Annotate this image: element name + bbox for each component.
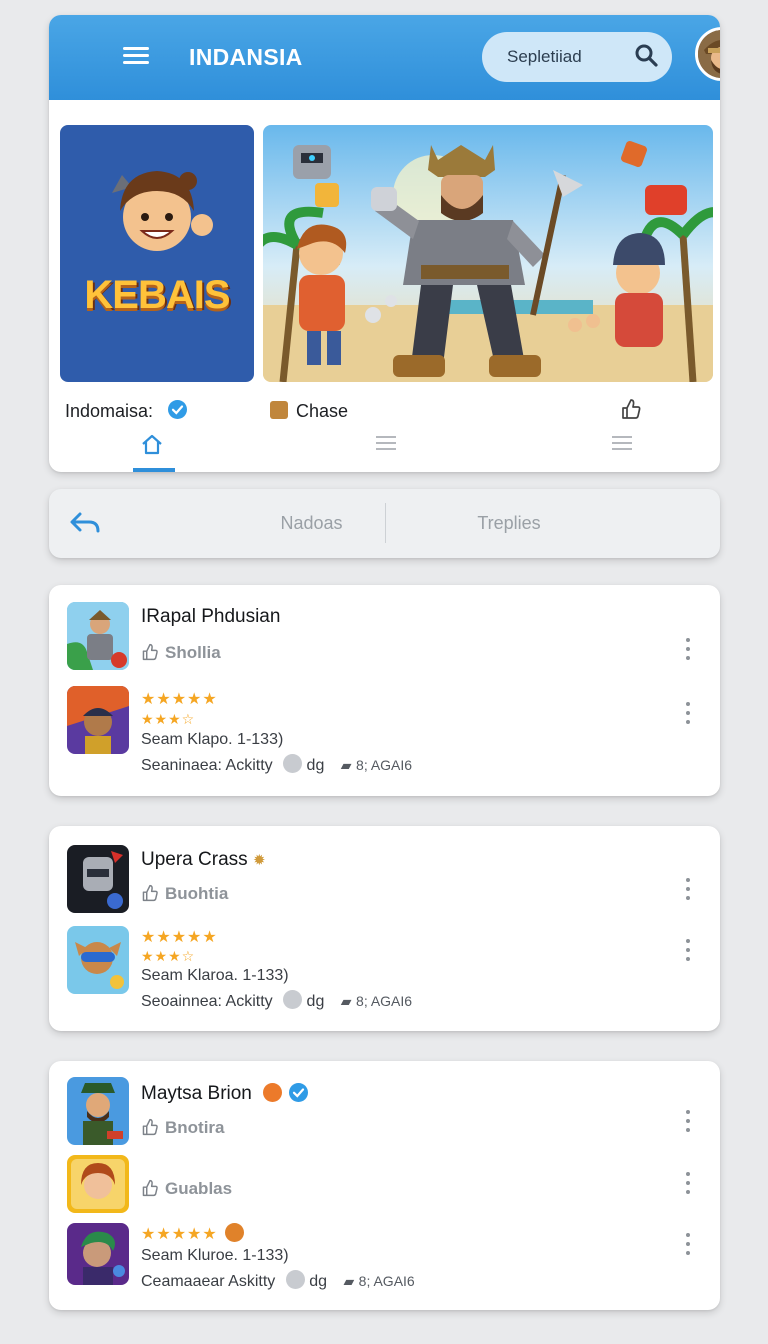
tag-text: dg <box>306 993 325 1010</box>
card-subtitle-text: Bnotira <box>165 1118 225 1137</box>
home-tab-icon[interactable] <box>141 433 163 455</box>
featured-mid-caption[interactable]: Chase <box>296 401 348 422</box>
featured-card: INDANSIA Sepletiiad KEBAIS Indomaisa: Ch… <box>49 15 720 472</box>
more-options-icon[interactable] <box>685 702 691 726</box>
activity-text: Seaninaea: Ackitty <box>141 757 273 774</box>
card-title-text: Maytsa Brion <box>141 1083 252 1104</box>
game-thumb-icon <box>270 401 288 419</box>
card-subtitle-secondary: Guablas <box>141 1179 232 1199</box>
more-options-icon[interactable] <box>685 638 691 662</box>
code-text: 8; AGAI6 <box>358 1273 415 1289</box>
card-subtitle-text: Buohtia <box>165 884 229 903</box>
card-title[interactable]: Upera Crass ✹ <box>141 849 266 871</box>
verified-icon <box>289 1083 309 1102</box>
card-meta-line: Seam Klaroa. 1-133) <box>141 967 289 984</box>
rating-stars-text: ★★★★★ <box>141 1226 218 1243</box>
card-title-text: Upera Crass <box>141 849 248 870</box>
more-options-icon[interactable] <box>685 878 691 902</box>
reply-tab-bar: Nadoas Treplies <box>49 489 720 558</box>
game-thumbnail[interactable] <box>67 1155 129 1213</box>
tab-nadoas[interactable]: Nadoas <box>229 513 394 534</box>
verified-icon <box>168 400 187 419</box>
app-title: INDANSIA <box>189 44 303 70</box>
game-thumbnail[interactable] <box>67 926 129 994</box>
avatar[interactable] <box>695 27 720 81</box>
rating-stars-secondary: ★★★☆ <box>141 948 196 964</box>
more-options-icon[interactable] <box>685 939 691 963</box>
card-subtitle-text: Shollia <box>165 643 221 662</box>
menu-tab-icon[interactable] <box>612 436 632 452</box>
list-tab-icon[interactable] <box>376 436 396 452</box>
list-card: Maytsa Brion Bnotira Guablas ★★★★★ Seam … <box>49 1061 720 1310</box>
tab-treplies[interactable]: Treplies <box>439 513 579 534</box>
rating-stars: ★★★★★ <box>141 1223 245 1244</box>
tag-icon <box>283 754 303 773</box>
featured-captions: Indomaisa: Chase <box>49 398 720 424</box>
game-thumbnail[interactable] <box>67 845 129 913</box>
tag-icon <box>283 990 303 1009</box>
rating-stars: ★★★★★ <box>141 691 218 708</box>
rating-stars: ★★★★★ <box>141 929 218 946</box>
search-input[interactable]: Sepletiiad <box>482 32 672 82</box>
like-icon[interactable] <box>141 643 159 661</box>
list-card: Upera Crass ✹ Buohtia ★★★★★ ★★★☆ Seam Kl… <box>49 826 720 1031</box>
card-meta-line-2: Ceamaaear Askitty dg ▰ 8; AGAI6 <box>141 1270 415 1291</box>
game-logo-tile[interactable]: KEBAIS <box>60 125 254 382</box>
game-thumbnail[interactable] <box>67 686 129 754</box>
menu-icon[interactable] <box>123 47 149 65</box>
activity-text: Ceamaaear Askitty <box>141 1273 276 1290</box>
card-meta-line-2: Seaninaea: Ackitty dg ▰ 8; AGAI6 <box>141 754 412 775</box>
list-card: IRapal Phdusian Shollia ★★★★★ ★★★☆ Seam … <box>49 585 720 796</box>
card-meta-line: Seam Klapo. 1-133) <box>141 731 284 748</box>
tag-text: dg <box>306 757 325 774</box>
card-title[interactable]: Maytsa Brion <box>141 1083 309 1105</box>
code-icon: ▰ <box>340 757 352 773</box>
search-placeholder: Sepletiiad <box>507 47 582 66</box>
code-icon: ▰ <box>340 993 352 1009</box>
card-subtitle: Buohtia <box>141 884 228 904</box>
card-title[interactable]: IRapal Phdusian <box>141 606 280 628</box>
activity-text: Seoainnea: Ackitty <box>141 993 273 1010</box>
game-thumbnail[interactable] <box>67 602 129 670</box>
like-icon[interactable] <box>621 398 641 420</box>
sparkle-icon: ✹ <box>252 852 266 869</box>
featured-left-caption[interactable]: Indomaisa: <box>65 401 153 422</box>
search-icon[interactable] <box>634 43 660 69</box>
more-options-icon[interactable] <box>685 1110 691 1134</box>
like-icon[interactable] <box>141 884 159 902</box>
code-icon: ▰ <box>343 1273 355 1289</box>
more-options-icon[interactable] <box>685 1233 691 1257</box>
game-thumbnail[interactable] <box>67 1077 129 1145</box>
like-icon[interactable] <box>141 1118 159 1136</box>
like-icon[interactable] <box>141 1179 159 1197</box>
card-subtitle-text: Guablas <box>165 1179 233 1198</box>
reply-back-icon[interactable] <box>69 510 101 536</box>
more-options-icon[interactable] <box>685 1172 691 1196</box>
card-meta-line: Seam Kluroe. 1-133) <box>141 1247 289 1264</box>
tag-text: dg <box>309 1273 327 1290</box>
card-subtitle: Shollia <box>141 643 221 663</box>
rating-stars-secondary: ★★★☆ <box>141 711 196 727</box>
game-thumbnail[interactable] <box>67 1223 129 1285</box>
code-text: 8; AGAI6 <box>356 757 413 773</box>
active-tab-indicator <box>133 468 175 472</box>
code-text: 8; AGAI6 <box>356 993 413 1009</box>
game-logo-text: KEBAIS <box>84 273 230 317</box>
card-meta-line-2: Seoainnea: Ackitty dg ▰ 8; AGAI6 <box>141 990 412 1011</box>
hero-banner-image[interactable] <box>263 125 713 382</box>
tag-icon <box>285 1270 305 1289</box>
app-bar: INDANSIA Sepletiiad <box>49 15 720 100</box>
emoji-icon <box>225 1223 245 1242</box>
tab-divider <box>385 503 386 543</box>
card-subtitle: Bnotira <box>141 1118 225 1138</box>
emoji-icon <box>263 1083 283 1102</box>
